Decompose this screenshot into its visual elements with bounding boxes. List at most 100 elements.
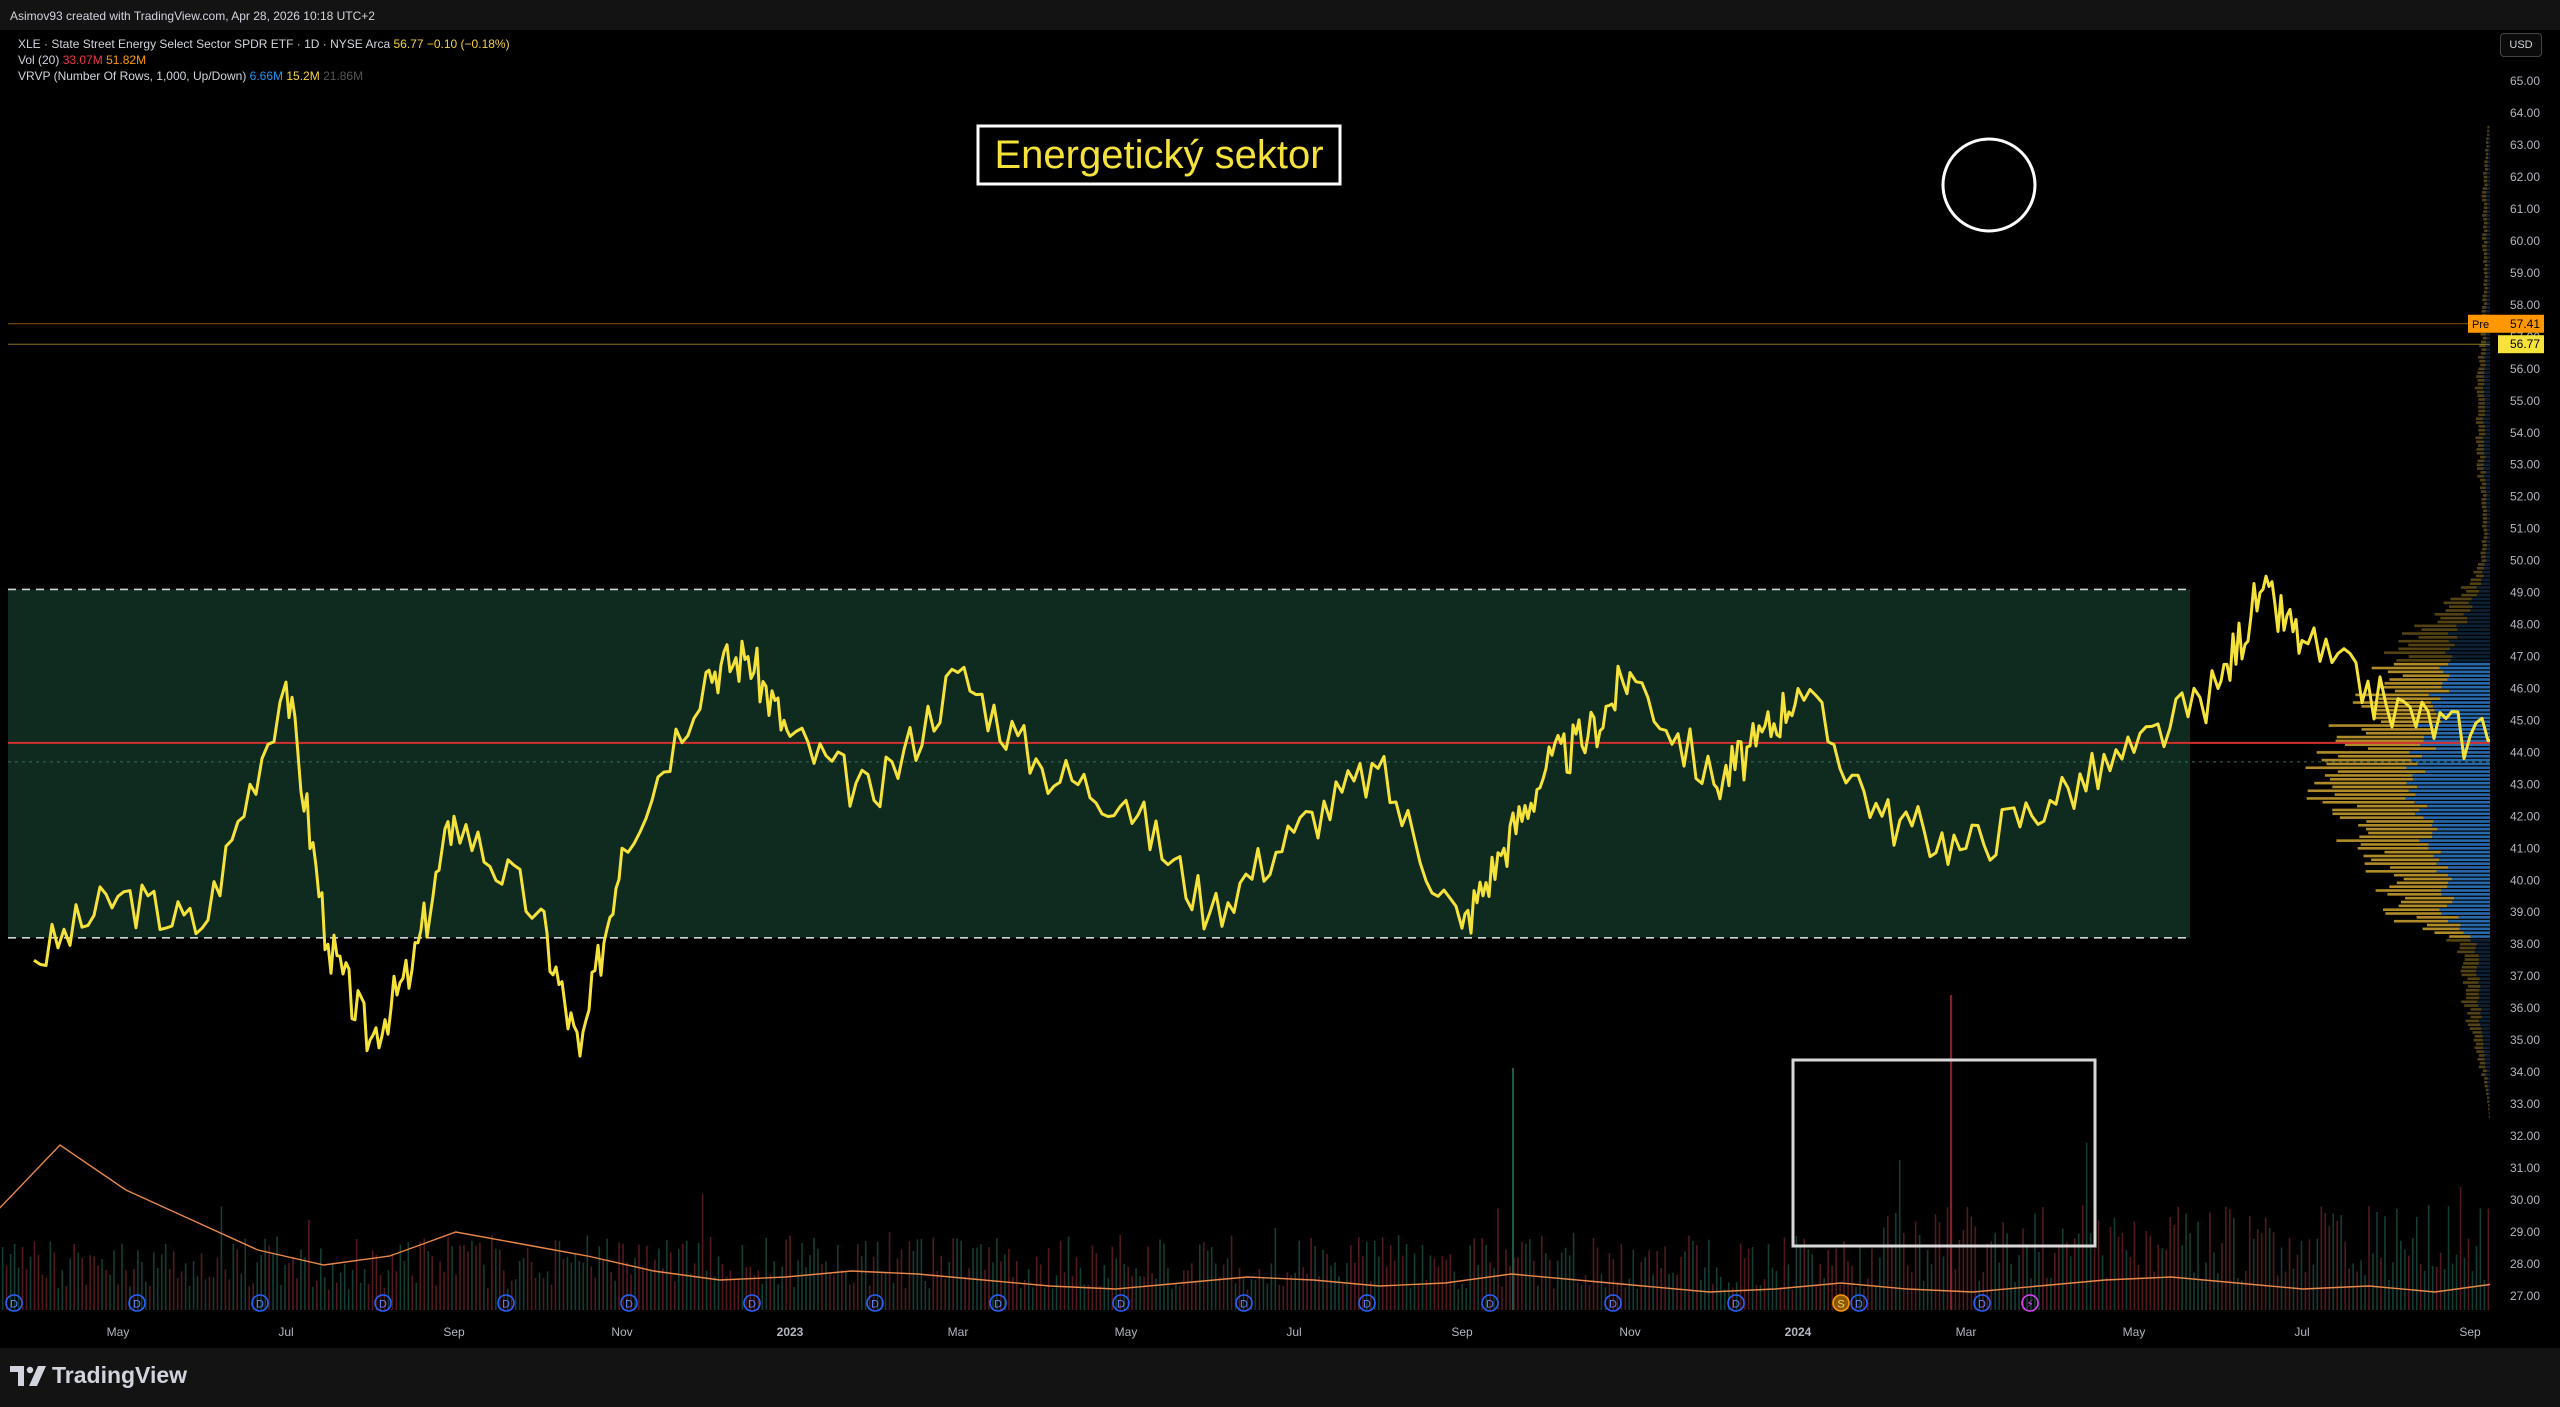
volume-bar xyxy=(1079,1267,1082,1310)
volume-profile-up-bar xyxy=(2485,1065,2490,1069)
volume-profile-up-bar xyxy=(2484,440,2490,444)
legend-volume-row[interactable]: Vol (20) 33.07M 51.82M xyxy=(18,52,510,68)
volume-profile-down-bar xyxy=(2461,593,2477,597)
volume-bar xyxy=(769,1274,772,1310)
volume-bar xyxy=(1226,1258,1229,1310)
volume-profile-down-bar xyxy=(2484,286,2488,290)
volume-bar xyxy=(2443,1269,2446,1310)
volume-bar xyxy=(1063,1272,1066,1310)
volume-bar xyxy=(487,1288,489,1310)
volume-profile-up-bar xyxy=(2489,1107,2490,1111)
volume-profile-down-bar xyxy=(2473,570,2483,574)
volume-bar xyxy=(2308,1239,2311,1310)
volume-bar xyxy=(411,1275,414,1310)
volume-profile-up-bar xyxy=(2419,808,2490,812)
volume-bar xyxy=(312,1287,314,1310)
volume-bar xyxy=(1171,1288,1173,1310)
volume-profile-down-bar xyxy=(2460,969,2477,973)
legend-symbol-row[interactable]: XLE · State Street Energy Select Sector … xyxy=(18,36,510,52)
currency-button[interactable]: USD xyxy=(2500,33,2542,57)
volume-bar xyxy=(1548,1260,1551,1310)
tradingview-logo[interactable]: TradingView xyxy=(10,1362,187,1389)
volume-bar xyxy=(288,1263,290,1310)
volume-bar xyxy=(936,1271,939,1310)
volume-bar xyxy=(1863,1288,1865,1310)
dividend-marker-label: D xyxy=(10,1299,18,1311)
volume-bar xyxy=(1230,1235,1233,1310)
volume-profile-up-bar xyxy=(2487,290,2490,294)
volume-profile-up-bar xyxy=(2482,1038,2490,1042)
volume-bar xyxy=(900,1249,903,1310)
volume-bar xyxy=(606,1238,608,1310)
volume-profile-up-bar xyxy=(2483,463,2490,467)
volume-profile-up-bar xyxy=(2441,685,2490,689)
volume-bar xyxy=(2280,1247,2283,1310)
volume-bar xyxy=(817,1248,819,1310)
volume-bar xyxy=(355,1238,358,1310)
volume-profile-down-bar xyxy=(2396,659,2451,662)
volume-profile-up-bar xyxy=(2483,448,2490,451)
volume-bar xyxy=(2217,1273,2219,1310)
volume-profile-down-bar xyxy=(2483,217,2487,221)
volume-bar xyxy=(984,1269,986,1310)
volume-bar xyxy=(2042,1206,2044,1310)
volume-bar xyxy=(93,1256,95,1310)
volume-bar xyxy=(1027,1269,1030,1310)
legend-vrvp-row[interactable]: VRVP (Number Of Rows, 1,000, Up/Down) 6.… xyxy=(18,68,510,84)
volume-profile-down-bar xyxy=(2481,194,2487,198)
volume-profile-up-bar xyxy=(2478,962,2490,965)
volume-profile-up-bar xyxy=(2466,616,2490,620)
volume-bar xyxy=(160,1254,163,1310)
vrvp-down-value: 15.2M xyxy=(286,69,320,83)
volume-profile-down-bar xyxy=(2357,847,2429,850)
volume-profile-up-bar xyxy=(2488,1100,2490,1103)
volume-profile-up-bar xyxy=(2484,371,2490,374)
y-axis-tick-label: 36.00 xyxy=(2510,1001,2540,1015)
volume-bar xyxy=(2054,1252,2056,1310)
dividend-marker-label: D xyxy=(871,1299,879,1311)
volume-profile-down-bar xyxy=(2367,747,2437,750)
volume-profile-up-bar xyxy=(2484,459,2490,463)
volume-profile-down-bar xyxy=(2482,524,2487,528)
price-chart[interactable]: Energetický sektorD D D D D D D D D D D D D D D D DS ⚡27.… xyxy=(0,30,2560,1348)
volume-profile-down-bar xyxy=(2332,785,2418,789)
volume-profile-down-bar xyxy=(2479,486,2486,490)
volume-profile-down-bar xyxy=(2488,1111,2490,1115)
volume-profile-up-bar xyxy=(2484,394,2490,397)
volume-bar xyxy=(1294,1272,1297,1310)
volume-profile-up-bar xyxy=(2430,701,2490,704)
volume-bar xyxy=(2233,1217,2235,1310)
volume-profile-down-bar xyxy=(2384,850,2441,854)
volume-bar xyxy=(1075,1257,1078,1310)
dividend-marker-label: D xyxy=(1486,1299,1494,1311)
volume-bar xyxy=(904,1288,907,1310)
volume-profile-down-bar xyxy=(2402,674,2450,677)
volume-profile-up-bar xyxy=(2450,659,2490,662)
y-axis-tick-label: 38.00 xyxy=(2510,937,2540,951)
volume-bar xyxy=(2288,1237,2291,1310)
volume-profile-down-bar xyxy=(2474,386,2483,390)
volume-bar xyxy=(1139,1276,1141,1310)
volume-bar xyxy=(2324,1212,2327,1310)
dividend-marker-label: D xyxy=(379,1299,387,1311)
volume-profile-down-bar xyxy=(2368,831,2433,835)
volume-profile-down-bar xyxy=(2484,1077,2488,1080)
volume-bar xyxy=(1274,1227,1277,1310)
dividend-marker-label: D xyxy=(1363,1299,1371,1311)
volume-bar xyxy=(566,1256,569,1310)
volume-profile-down-bar xyxy=(2481,555,2486,559)
volume-profile-down-bar xyxy=(2332,808,2420,812)
volume-profile-up-bar xyxy=(2474,950,2490,954)
volume-profile-up-bar xyxy=(2432,835,2490,839)
volume-profile-down-bar xyxy=(2366,827,2438,831)
volume-profile-up-bar xyxy=(2417,762,2490,766)
volume-profile-down-bar xyxy=(2484,275,2488,279)
volume-profile-up-bar xyxy=(2486,225,2490,229)
volume-profile-up-bar xyxy=(2485,432,2490,436)
volume-profile-up-bar xyxy=(2486,501,2490,505)
volume-profile-up-bar xyxy=(2432,823,2490,827)
volume-profile-down-bar xyxy=(2361,728,2436,731)
volume-bar xyxy=(2065,1242,2068,1310)
volume-profile-down-bar xyxy=(2478,1065,2486,1069)
volume-profile-down-bar xyxy=(2383,908,2440,911)
